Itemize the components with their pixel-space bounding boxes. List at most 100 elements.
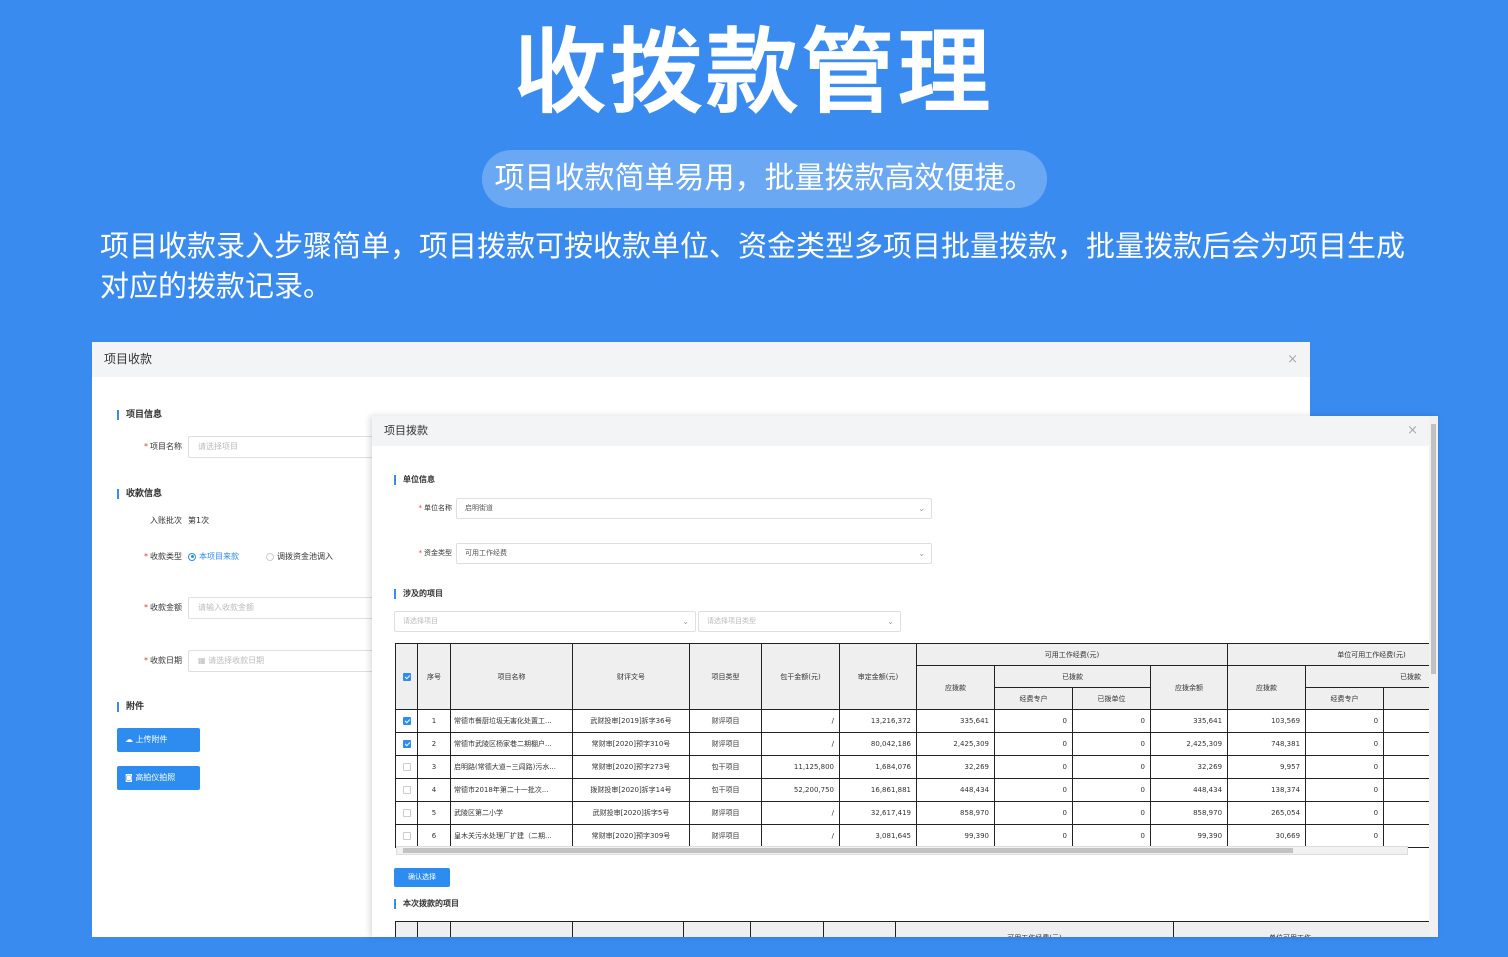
section-attachment: 附件 xyxy=(117,702,144,712)
horizontal-scrollbar[interactable] xyxy=(396,846,1408,855)
fund-type-label: * 资金类型 xyxy=(418,549,453,557)
camera-icon: ◙ xyxy=(125,773,136,782)
cell-payable-2: 265,054 xyxy=(1227,801,1307,825)
upload-button[interactable]: ☁ 上传附件 xyxy=(117,728,200,752)
cell-unit-alloc: 0 xyxy=(1072,801,1151,825)
checkbox-checked-icon xyxy=(402,717,411,725)
col-type: 项目类型 xyxy=(689,643,762,710)
section-unit-info: 单位信息 xyxy=(394,475,435,485)
current-allocation-table: 可用工作经费(元) 单位可用工作 xyxy=(395,921,1438,937)
cell-special: 0 xyxy=(994,709,1073,733)
receipt-type-label: * 收款类型 xyxy=(144,552,182,561)
cell-special: 0 xyxy=(994,732,1073,756)
project-type-filter-select[interactable]: 请选择项目类型 ⌄ xyxy=(698,611,901,632)
row-checkbox[interactable] xyxy=(395,778,418,802)
col-doc: 财评文号 xyxy=(572,643,690,710)
table-row[interactable]: 3 启明路(常德大道~三闾路)污水... 常财审[2020]预字273号 包干项目 11… xyxy=(395,755,1438,779)
project-filter-select[interactable]: 请选择项目 ⌄ xyxy=(394,611,696,632)
bottom-col-name xyxy=(450,921,573,937)
cell-payable-2: 30,669 xyxy=(1227,824,1307,848)
checkbox-checked-icon xyxy=(402,740,411,748)
project-name-label: * 项目名称 xyxy=(144,442,182,451)
row-checkbox[interactable] xyxy=(395,709,418,733)
cell-contract: / xyxy=(761,732,840,756)
cell-audit: 80,042,186 xyxy=(839,732,917,756)
cell-name: 启明路(常德大道~三闾路)污水... xyxy=(450,755,573,779)
cell-type: 财评项目 xyxy=(689,732,762,756)
cell-unit-alloc: 0 xyxy=(1072,709,1151,733)
table-row[interactable]: 4 常德市2018年第二十一批次... 拨财投审[2020]拆字14号 包干项目 52,… xyxy=(395,778,1438,802)
cell-payable: 858,970 xyxy=(916,801,995,825)
checkbox-empty-icon xyxy=(402,832,411,840)
cell-audit: 13,216,372 xyxy=(839,709,917,733)
cell-contract: 52,200,750 xyxy=(761,778,840,802)
receipt-type-radio-own[interactable]: 本项目来款 xyxy=(188,551,239,562)
cell-payable: 32,269 xyxy=(916,755,995,779)
calendar-icon: ▦ xyxy=(198,656,209,665)
section-receipt-info: 收款信息 xyxy=(117,489,162,499)
hero-subtitle-pill: 项目收款简单易用，批量拨款高效便捷。 xyxy=(482,150,1047,208)
cell-name: 皇木关污水处理厂扩建（二期... xyxy=(450,824,573,848)
cell-balance: 99,390 xyxy=(1149,824,1229,848)
cell-audit: 1,684,076 xyxy=(839,755,917,779)
row-checkbox[interactable] xyxy=(395,801,418,825)
receipt-type-radio-pool[interactable]: 调拨资金池调入 xyxy=(266,551,333,562)
cell-doc: 武财投审[2020]拆字5号 xyxy=(572,801,690,825)
row-checkbox[interactable] xyxy=(395,732,418,756)
table-row[interactable]: 5 武陵区第二小学 武财投审[2020]拆字5号 财评项目/32,617,419 858… xyxy=(395,801,1438,825)
camera-button[interactable]: ◙ 高拍仪拍照 xyxy=(117,766,200,790)
close-icon[interactable]: × xyxy=(1287,342,1298,377)
unit-name-select[interactable]: 启明街道 ⌄ xyxy=(456,498,932,519)
cell-doc: 常财审[2020]预字273号 xyxy=(572,755,690,779)
amount-label: * 收款金额 xyxy=(144,603,182,612)
cell-payable: 335,641 xyxy=(916,709,995,733)
amount-input[interactable]: 请输入收款金额 xyxy=(188,597,388,619)
scrollbar-thumb[interactable] xyxy=(1431,424,1436,674)
close-icon[interactable]: × xyxy=(1407,416,1418,446)
vertical-scrollbar[interactable] xyxy=(1429,416,1438,937)
cell-special-2: 0 xyxy=(1305,778,1385,802)
cloud-upload-icon: ☁ xyxy=(125,735,136,744)
cell-special-2: 0 xyxy=(1305,709,1385,733)
cell-seq: 5 xyxy=(417,801,451,825)
cell-contract: 11,125,800 xyxy=(761,755,840,779)
cell-audit: 16,861,881 xyxy=(839,778,917,802)
receipt-dialog-header: 项目收款 × xyxy=(92,342,1310,377)
bottom-col-contract xyxy=(750,921,824,937)
bottom-col-type xyxy=(683,921,751,937)
allocation-dialog-header: 项目拨款 × xyxy=(372,416,1438,446)
cell-seq: 2 xyxy=(417,732,451,756)
row-checkbox[interactable] xyxy=(395,824,418,848)
cell-doc: 武财投审[2019]拆字36号 xyxy=(572,709,690,733)
cell-type: 财评项目 xyxy=(689,824,762,848)
select-all-header[interactable] xyxy=(395,643,418,710)
project-name-select[interactable]: 请选择项目 xyxy=(188,436,388,458)
table-row[interactable]: 2 常德市武陵区杨家巷二期棚户... 常财审[2020]预字310号 财评项目/80,… xyxy=(395,732,1438,756)
unit-name-label: * 单位名称 xyxy=(418,504,453,512)
checkbox-empty-icon xyxy=(402,786,411,794)
bottom-col-check xyxy=(395,921,418,937)
allocation-dialog-title: 项目拨款 xyxy=(384,424,428,437)
cell-payable: 99,390 xyxy=(916,824,995,848)
table-row[interactable]: 1 常德市餐厨垃圾无害化处置工... 武财投审[2019]拆字36号 财评项目/13,… xyxy=(395,709,1438,733)
section-project-info: 项目信息 xyxy=(117,410,162,420)
table-row[interactable]: 6 皇木关污水处理厂扩建（二期... 常财审[2020]预字309号 财评项目/3,0… xyxy=(395,824,1438,848)
bottom-col-doc xyxy=(572,921,684,937)
date-picker[interactable]: ▦ 请选择收款日期 xyxy=(188,650,388,672)
cell-special-2: 0 xyxy=(1305,732,1385,756)
cell-balance: 335,641 xyxy=(1149,709,1229,733)
batch-label: 入账批次 xyxy=(150,516,182,525)
confirm-selection-button[interactable]: 确认选择 xyxy=(394,868,450,887)
cell-seq: 4 xyxy=(417,778,451,802)
row-checkbox[interactable] xyxy=(395,755,418,779)
radio-empty-icon xyxy=(266,552,274,561)
cell-balance: 32,269 xyxy=(1149,755,1229,779)
col-unit-alloc: 已拨单位 xyxy=(1072,687,1151,710)
col-seq: 序号 xyxy=(417,643,451,710)
col-allocated-2: 已拨款 xyxy=(1305,665,1438,688)
section-current-allocation: 本次拨款的项目 xyxy=(394,899,459,909)
scrollbar-thumb[interactable] xyxy=(403,848,1293,853)
fund-type-select[interactable]: 可用工作经费 ⌄ xyxy=(456,543,932,564)
col-allocated: 已拨款 xyxy=(994,665,1151,688)
cell-balance: 2,425,309 xyxy=(1149,732,1229,756)
